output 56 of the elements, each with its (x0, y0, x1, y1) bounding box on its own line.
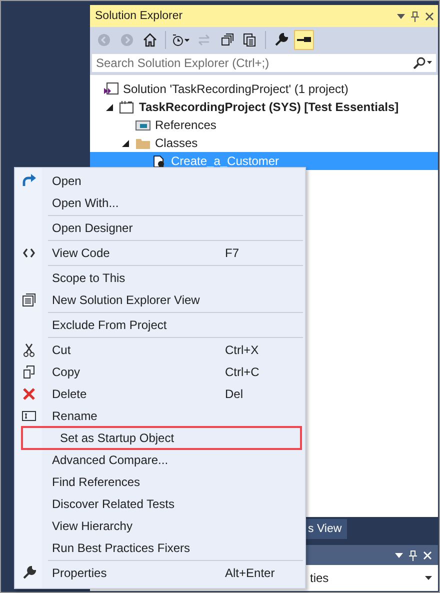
menu-item[interactable]: Set as Startup Object (21, 426, 302, 450)
solution-icon (103, 82, 119, 96)
menu-item[interactable]: Properties Alt+Enter (15, 562, 305, 584)
menu-item[interactable]: Advanced Compare... (15, 449, 305, 471)
home-icon (143, 33, 157, 47)
search-icon[interactable] (413, 57, 433, 69)
preview-icon (296, 35, 312, 45)
menu-item[interactable]: Copy Ctrl+C (15, 361, 305, 383)
sync-arrows-icon (197, 33, 211, 47)
curved-arrow-icon (20, 174, 36, 188)
copy-icon (22, 365, 34, 379)
menu-item[interactable]: View Code F7 (15, 242, 305, 264)
collapse-icon (220, 33, 234, 47)
folder-icon (135, 136, 151, 150)
menu-item[interactable]: Exclude From Project (15, 314, 305, 336)
wrench-icon (274, 33, 288, 47)
menu-item[interactable]: Cut Ctrl+X (15, 339, 305, 361)
clock-icon (172, 33, 190, 47)
menu-item[interactable]: Discover Related Tests (15, 493, 305, 515)
menu-item[interactable]: Delete Del (15, 383, 305, 405)
menu-item[interactable]: New Solution Explorer View (15, 289, 305, 311)
panel-title: Solution Explorer (95, 10, 184, 22)
delete-icon (22, 387, 36, 401)
tree-item[interactable]: TaskRecordingProject (SYS) [Test Essentials] (90, 98, 438, 116)
close-icon[interactable] (425, 12, 434, 20)
tree-item[interactable]: Classes (90, 134, 438, 152)
class-icon (151, 154, 167, 168)
dropdown-arrow-icon[interactable] (425, 576, 432, 580)
dropdown-arrow-icon[interactable] (397, 14, 405, 18)
expanded-arrow-icon[interactable] (106, 104, 112, 110)
forward-icon (120, 33, 134, 47)
search-field[interactable]: Search Solution Explorer (Ctrl+;) (91, 53, 437, 73)
expanded-arrow-icon[interactable] (122, 140, 128, 146)
menu-item[interactable]: Open Designer (15, 217, 305, 239)
project-icon (119, 100, 135, 114)
menu-item[interactable]: Open (15, 170, 305, 192)
documents-icon (243, 33, 257, 47)
menu-item[interactable]: Rename (15, 405, 305, 427)
references-icon (135, 118, 151, 132)
back-icon (97, 33, 111, 47)
wrench-icon (22, 566, 36, 580)
toolbar-button[interactable] (294, 30, 314, 50)
code-icon (22, 248, 34, 258)
window-icon (22, 293, 36, 307)
panel-tab[interactable]: s View (303, 519, 347, 539)
tree-item[interactable]: Solution 'TaskRecordingProject' (1 project) (90, 80, 438, 98)
scissors-icon (22, 343, 34, 357)
tree-item[interactable]: References (90, 116, 438, 134)
menu-item[interactable]: Open With... (15, 192, 305, 214)
menu-item[interactable]: Find References (15, 471, 305, 493)
pin-icon[interactable] (411, 10, 419, 22)
menu-item[interactable]: Scope to This (15, 267, 305, 289)
menu-item[interactable]: View Hierarchy (15, 515, 305, 537)
dropdown-arrow-icon[interactable] (395, 552, 403, 558)
menu-item[interactable]: Run Best Practices Fixers (15, 537, 305, 559)
rename-icon (22, 411, 36, 421)
